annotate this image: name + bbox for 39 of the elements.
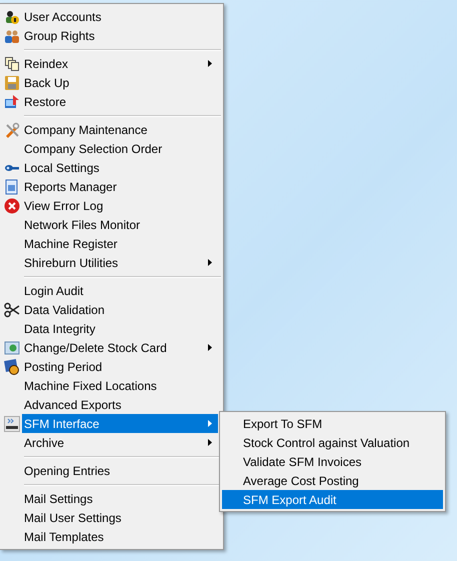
menu-item[interactable]: Local Settings xyxy=(0,158,218,177)
menu-item[interactable]: Average Cost Posting xyxy=(222,471,443,490)
menu-item[interactable]: Back Up xyxy=(0,73,218,92)
menu-item[interactable]: Export To SFM xyxy=(222,414,443,433)
error-icon xyxy=(4,198,20,214)
menu-item[interactable]: Machine Fixed Locations xyxy=(0,376,218,395)
menu-item[interactable]: Login Audit xyxy=(0,281,218,300)
menu-item[interactable]: Archive xyxy=(0,433,218,452)
menu-item[interactable]: Mail Templates xyxy=(0,527,218,546)
menu-item[interactable]: Advanced Exports xyxy=(0,395,218,414)
menu-item[interactable]: User Accounts xyxy=(0,7,218,26)
menu-item[interactable]: SFM Export Audit xyxy=(222,490,443,509)
menu-item[interactable]: Data Validation xyxy=(0,300,218,319)
menu-item[interactable]: Opening Entries xyxy=(0,461,218,480)
menu-item[interactable]: Shireburn Utilities xyxy=(0,253,218,272)
menu-item[interactable]: Posting Period xyxy=(0,357,218,376)
monitor-arrow-icon xyxy=(4,94,20,110)
users-icon xyxy=(4,8,20,24)
menu-item[interactable]: Company Maintenance xyxy=(0,120,218,139)
menu-item[interactable]: Validate SFM Invoices xyxy=(222,452,443,471)
menu-item[interactable]: Mail Settings xyxy=(0,489,218,508)
menu-item[interactable]: Mail User Settings xyxy=(0,508,218,527)
menu-item[interactable]: View Error Log xyxy=(0,196,218,215)
menu-item[interactable]: Reindex xyxy=(0,54,218,73)
menu-item[interactable]: Group Rights xyxy=(0,26,218,45)
menu-item[interactable]: Restore xyxy=(0,92,218,111)
menu-item[interactable]: Data Integrity xyxy=(0,319,218,338)
document-icon xyxy=(4,178,20,194)
menu-item[interactable]: Change/Delete Stock Card xyxy=(0,338,218,357)
menu-item[interactable]: Stock Control against Valuation xyxy=(222,433,443,452)
menu-item[interactable]: Reports Manager xyxy=(0,177,218,196)
pages-icon xyxy=(4,56,20,72)
menu-item[interactable]: Company Selection Order xyxy=(0,139,218,158)
menu-item[interactable]: Network Files Monitor xyxy=(0,215,218,234)
menu-item[interactable]: Machine Register xyxy=(0,234,218,253)
card-icon xyxy=(4,340,20,356)
people-icon xyxy=(4,28,20,44)
tools-icon xyxy=(4,122,20,138)
scissors-icon xyxy=(4,302,20,318)
